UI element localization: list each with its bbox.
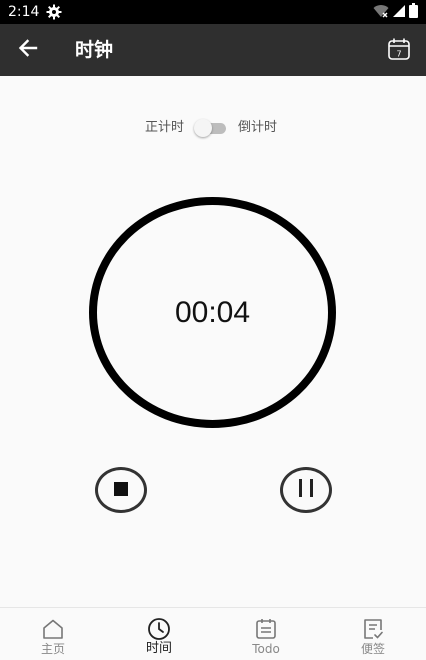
status-bar: 2:14 — [0, 0, 426, 24]
bottom-nav: 主页 时间 Todo 便签 — [0, 607, 426, 660]
clock-ring: 00:04 — [89, 197, 336, 428]
pause-icon — [297, 478, 315, 502]
mode-toggle-row: 正计时 倒计时 — [0, 117, 426, 139]
back-button[interactable] — [12, 36, 44, 64]
stop-button[interactable] — [95, 467, 147, 513]
nav-label-time: 时间 — [145, 641, 172, 656]
note-icon — [361, 617, 385, 641]
timer-display: 00:04 — [174, 295, 251, 329]
nav-item-home[interactable]: 主页 — [0, 608, 106, 660]
cellular-icon — [393, 3, 405, 22]
nav-label-todo: Todo — [252, 642, 280, 656]
nav-item-time[interactable]: 时间 — [106, 608, 212, 660]
stop-icon — [114, 481, 128, 500]
page-title: 时钟 — [75, 39, 114, 61]
nav-item-todo[interactable]: Todo — [213, 608, 319, 660]
clock-icon — [147, 617, 171, 641]
pause-button[interactable] — [280, 467, 332, 513]
calendar-day: 7 — [396, 50, 401, 59]
arrow-left-icon — [18, 39, 38, 61]
settings-icon — [46, 4, 62, 20]
todo-icon — [254, 617, 278, 641]
count-up-label: 正计时 — [145, 120, 185, 135]
switch-thumb — [194, 119, 212, 137]
app-bar: 时钟 7 — [0, 24, 426, 76]
wifi-off-icon — [373, 3, 389, 22]
calendar-icon: 7 — [387, 37, 411, 65]
nav-label-notes: 便签 — [360, 642, 385, 656]
home-icon — [41, 617, 65, 641]
mode-switch[interactable] — [194, 119, 226, 137]
nav-item-notes[interactable]: 便签 — [320, 608, 426, 660]
calendar-button[interactable]: 7 — [384, 36, 414, 66]
nav-label-home: 主页 — [40, 642, 65, 656]
battery-icon — [409, 2, 418, 22]
status-icons — [373, 2, 418, 22]
status-time: 2:14 — [8, 4, 40, 20]
count-down-label: 倒计时 — [238, 120, 278, 135]
